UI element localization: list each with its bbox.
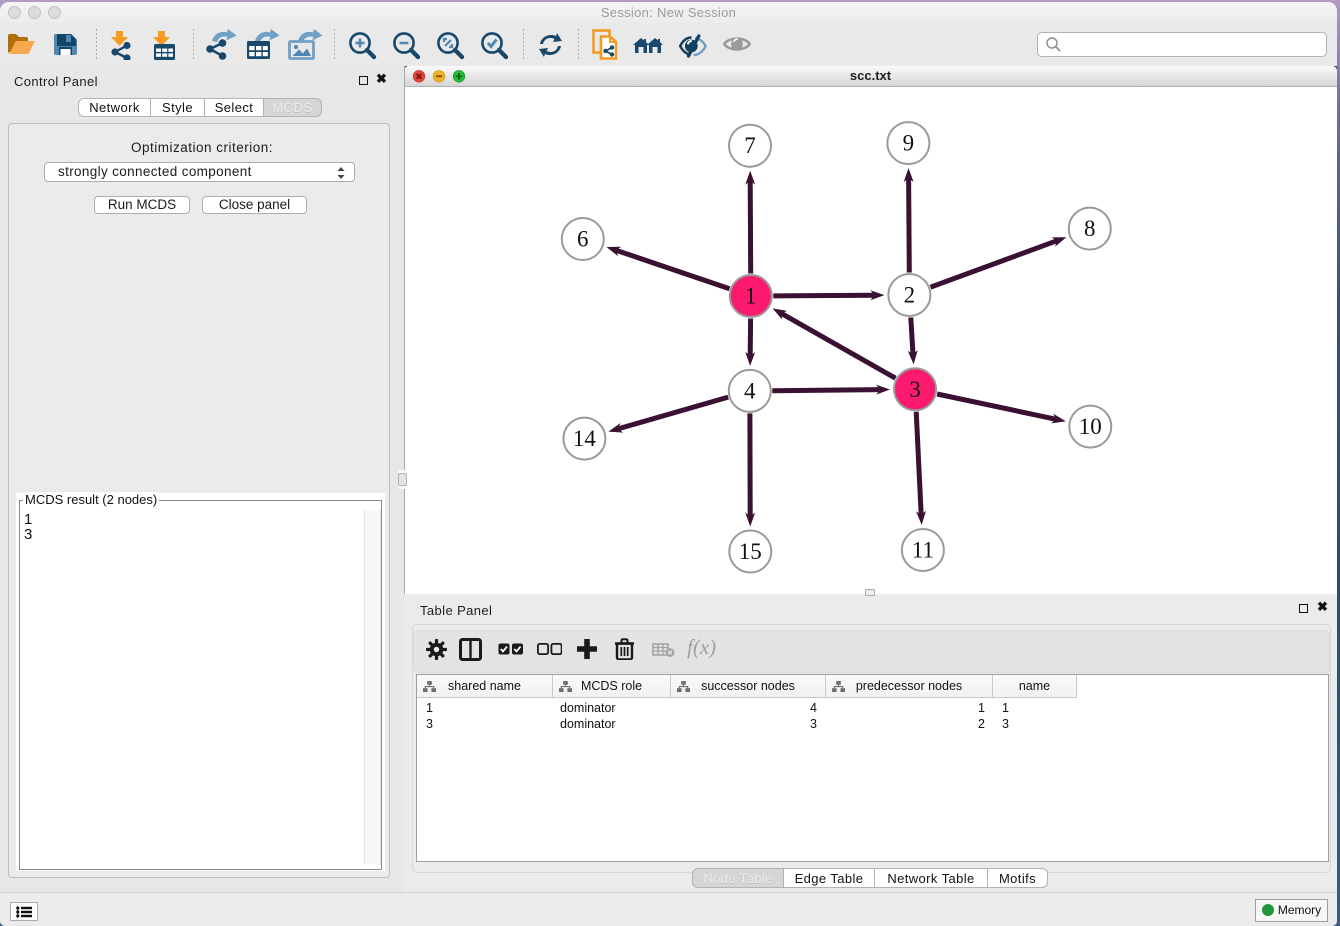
svg-text:10: 10: [1079, 414, 1102, 439]
svg-text:4: 4: [744, 378, 756, 403]
svg-text:1: 1: [745, 284, 757, 309]
svg-text:15: 15: [739, 539, 762, 564]
svg-text:6: 6: [577, 227, 589, 252]
svg-text:9: 9: [903, 131, 915, 156]
svg-text:8: 8: [1084, 216, 1096, 241]
svg-text:7: 7: [744, 133, 756, 158]
svg-text:11: 11: [912, 538, 934, 563]
svg-text:3: 3: [909, 377, 921, 402]
svg-text:2: 2: [904, 283, 916, 308]
svg-text:14: 14: [573, 426, 597, 451]
